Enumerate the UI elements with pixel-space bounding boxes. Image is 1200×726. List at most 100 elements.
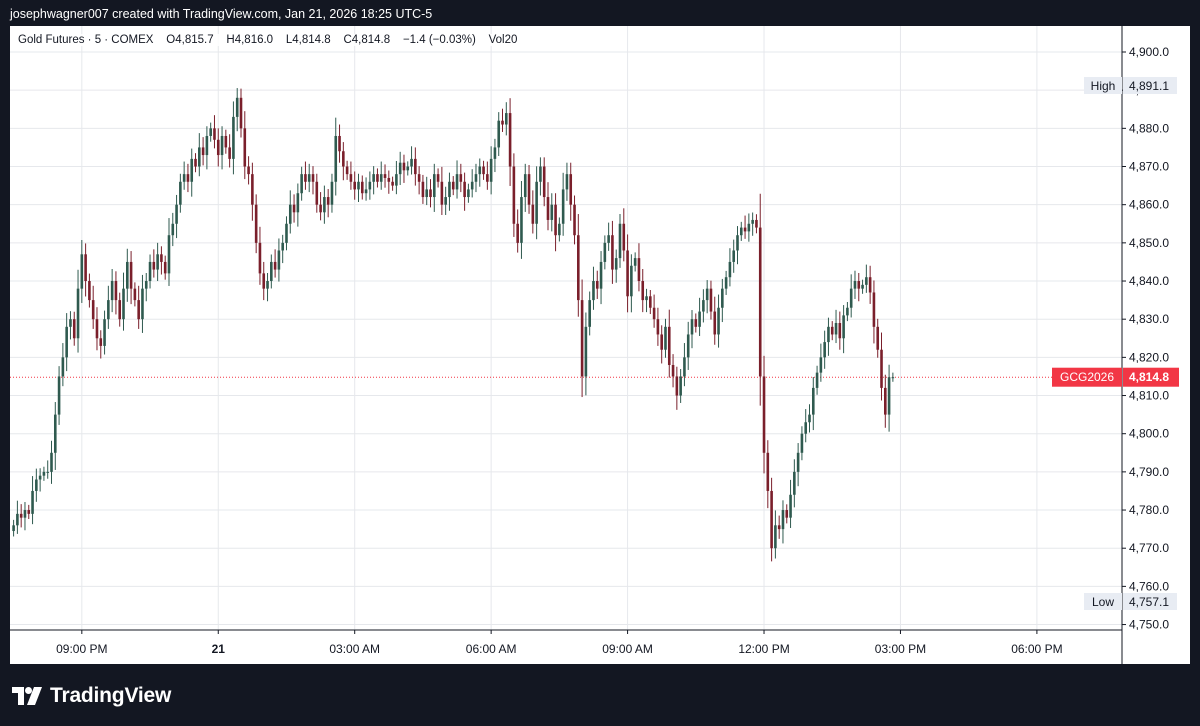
candle-body xyxy=(770,490,773,549)
candle xyxy=(152,249,156,278)
candle xyxy=(649,289,652,315)
candle xyxy=(296,183,300,227)
candle xyxy=(679,369,682,403)
candle xyxy=(91,285,95,329)
candle xyxy=(235,88,239,132)
candle xyxy=(88,273,91,308)
candle xyxy=(584,312,588,396)
candle-body xyxy=(641,281,645,301)
candle xyxy=(72,311,76,346)
candle-body xyxy=(762,376,766,453)
candle-body xyxy=(228,147,231,159)
candle-body xyxy=(80,254,84,289)
candle xyxy=(857,273,861,302)
candle xyxy=(285,216,288,251)
candle xyxy=(724,270,728,295)
candle-body xyxy=(31,490,34,514)
candle-body xyxy=(664,326,667,350)
candle-body xyxy=(163,261,167,274)
candle-body xyxy=(694,319,698,327)
candle xyxy=(444,186,447,215)
candle xyxy=(633,252,637,272)
candle xyxy=(614,249,618,283)
candle-body xyxy=(523,174,527,198)
candle xyxy=(721,278,724,323)
candle-body xyxy=(65,326,68,358)
candle-body xyxy=(167,235,171,274)
candle-body xyxy=(577,235,580,301)
candle xyxy=(198,133,201,177)
candle-body xyxy=(777,525,781,530)
candle-body xyxy=(721,288,724,308)
candle-body xyxy=(383,174,387,178)
price-tick-label: 4,840.0 xyxy=(1129,274,1169,288)
candle-body xyxy=(815,372,819,388)
candle xyxy=(470,169,474,198)
candle-body xyxy=(459,174,463,182)
candle-body xyxy=(660,334,663,350)
candle-body xyxy=(179,181,182,205)
candle xyxy=(774,510,777,559)
candle xyxy=(429,179,432,208)
time-tick-label: 06:00 AM xyxy=(466,642,517,656)
candle-body xyxy=(649,296,652,308)
candle xyxy=(292,194,296,223)
candle xyxy=(868,265,872,304)
candle-body xyxy=(535,181,538,224)
candle xyxy=(156,242,159,282)
candle xyxy=(683,343,686,387)
candle-body xyxy=(133,288,137,301)
candle xyxy=(213,115,216,149)
candle-body xyxy=(406,166,410,171)
legend-low: L4,814.8 xyxy=(285,34,331,46)
candle-body xyxy=(277,250,281,270)
legend-symbol[interactable]: Gold Futures · 5 · COMEX xyxy=(18,34,153,46)
candle xyxy=(796,443,800,487)
candle xyxy=(421,174,425,204)
candle xyxy=(630,254,633,313)
candle-body xyxy=(16,513,19,526)
candle xyxy=(50,440,53,484)
horizontal-gridlines xyxy=(10,51,1122,626)
candle-body xyxy=(808,414,811,423)
chart-legend: Gold Futures · 5 · COMEX O4,815.7 H4,816… xyxy=(18,34,518,46)
candle-body xyxy=(270,261,273,282)
legend-open: O4,815.7 xyxy=(166,34,214,46)
candle-body xyxy=(709,288,713,312)
candle-body xyxy=(114,281,118,301)
candle-body xyxy=(118,300,122,320)
price-chart[interactable]: 4,900.04,890.04,880.04,870.04,860.04,850… xyxy=(10,26,1190,664)
candle xyxy=(220,126,224,170)
candle xyxy=(323,185,326,224)
candle xyxy=(709,280,713,320)
candle xyxy=(489,146,493,195)
candle-body xyxy=(736,235,739,251)
candle-body xyxy=(38,475,42,480)
candle xyxy=(398,151,402,186)
candle-body xyxy=(561,189,565,224)
candle-body xyxy=(307,174,311,182)
candle xyxy=(35,468,38,502)
candle-body xyxy=(27,510,31,514)
candle xyxy=(175,194,178,239)
last-price-value: 4,814.8 xyxy=(1129,370,1169,384)
candle xyxy=(338,124,341,163)
candle-body xyxy=(584,326,588,377)
candle-body xyxy=(512,166,516,224)
candle-body xyxy=(107,300,110,320)
low-value: 4,757.1 xyxy=(1129,595,1169,609)
candle-body xyxy=(724,277,728,289)
candle xyxy=(247,156,250,185)
candle xyxy=(410,146,413,175)
chart-area[interactable]: 4,900.04,890.04,880.04,870.04,860.04,850… xyxy=(10,26,1190,664)
time-tick-label: 21 xyxy=(212,642,226,656)
candle xyxy=(546,182,550,231)
candle-body xyxy=(732,250,735,262)
candle-body xyxy=(580,300,584,377)
tradingview-logo[interactable]: TradingView xyxy=(12,684,171,708)
price-tick-label: 4,850.0 xyxy=(1129,236,1169,250)
price-tick-label: 4,860.0 xyxy=(1129,198,1169,212)
candle-body xyxy=(72,319,76,339)
symbol-tag: GCG2026 xyxy=(1060,370,1114,384)
candle xyxy=(76,269,80,353)
